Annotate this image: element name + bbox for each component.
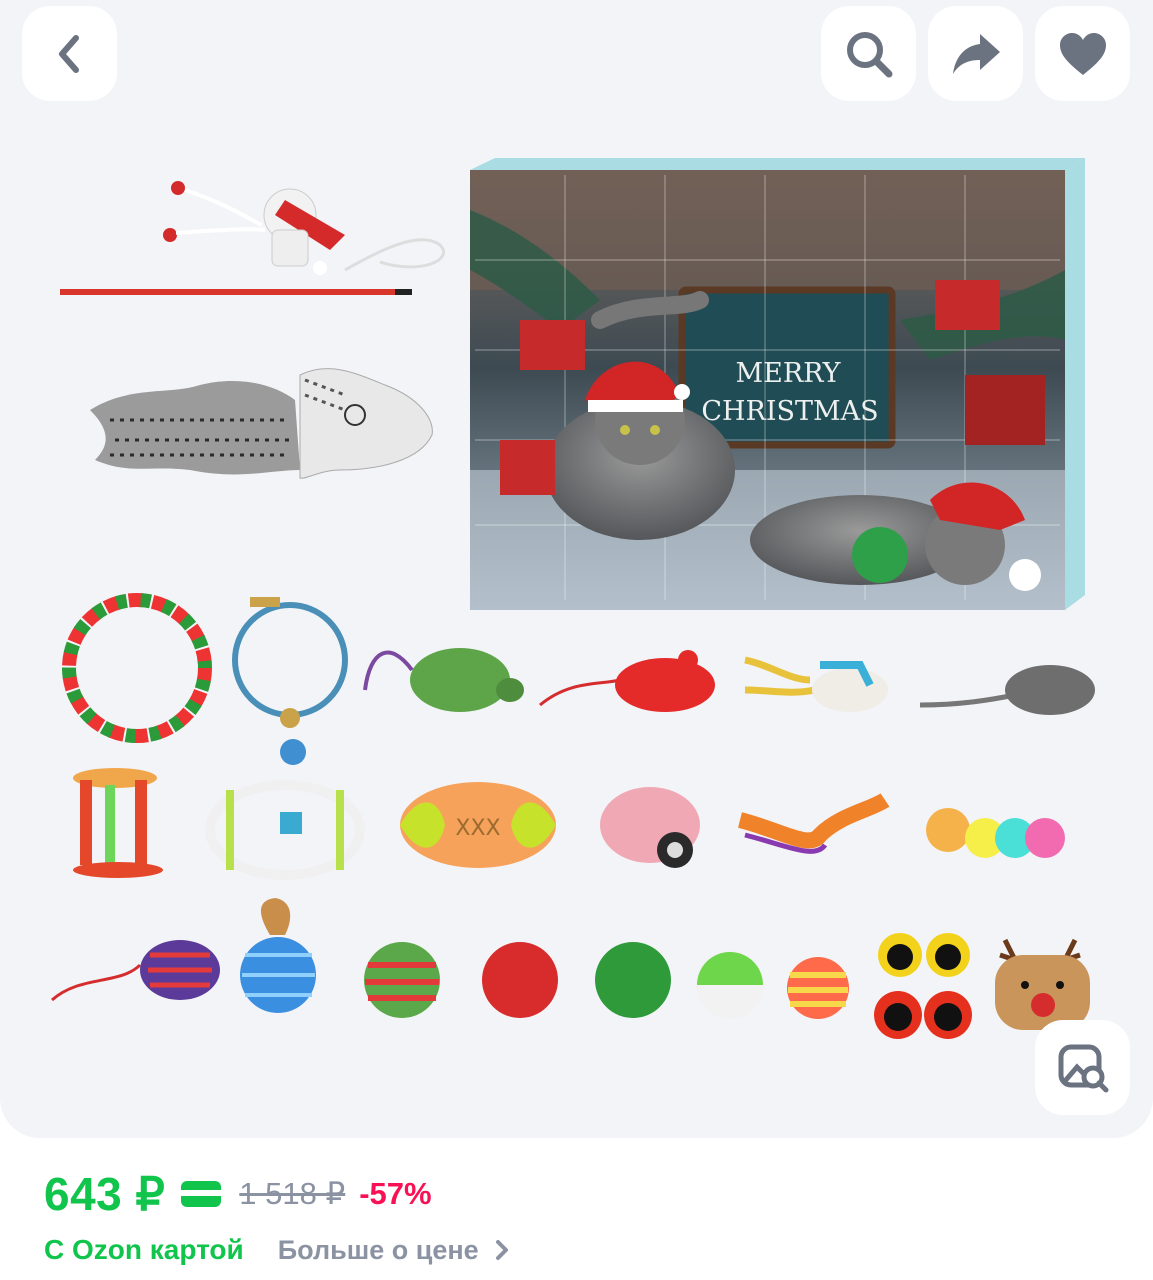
- back-button[interactable]: [22, 6, 117, 101]
- football-toy: XXX: [400, 782, 556, 868]
- current-price: 643 ₽: [44, 1168, 166, 1220]
- caterpillar-toy: [926, 808, 1065, 858]
- visual-search-button[interactable]: [1035, 1020, 1130, 1115]
- grey-mouse-toy: [919, 665, 1095, 715]
- more-about-price-link[interactable]: Больше о цене: [278, 1235, 513, 1266]
- share-button[interactable]: [928, 6, 1023, 101]
- pompom-collar: [62, 593, 212, 743]
- green-mouse-toy: [363, 648, 524, 712]
- roller-toy: [73, 768, 163, 878]
- red-ball-toy: [482, 942, 558, 1018]
- chevron-right-icon: [495, 1240, 508, 1260]
- search-icon: [846, 31, 892, 77]
- old-price: 1 518 ₽: [239, 1176, 346, 1211]
- red-mouse-toy: [539, 650, 715, 712]
- car-toy: [600, 787, 700, 868]
- striped-ball-toy: [364, 942, 440, 1018]
- discount-badge: -57%: [359, 1176, 432, 1211]
- advent-calendar-box: MERRY CHRISTMAS: [470, 158, 1085, 610]
- product-image-gallery[interactable]: MERRY CHRISTMAS XXX: [0, 0, 1153, 1138]
- sunglasses-toy: [874, 933, 972, 1039]
- product-photo: MERRY CHRISTMAS XXX: [51, 158, 1095, 1039]
- search-button[interactable]: [821, 6, 916, 101]
- cage-ball-toy: [205, 780, 365, 880]
- wand-toy: [60, 181, 445, 295]
- more-about-price-label: Больше о цене: [277, 1234, 479, 1265]
- reindeer-toy: [995, 938, 1090, 1030]
- bell-ball-toy: [696, 951, 764, 1019]
- feather-mouse-toy: [744, 656, 888, 712]
- rope-toy: [737, 793, 890, 854]
- favorite-button[interactable]: [1035, 6, 1130, 101]
- share-arrow-icon: [952, 33, 1000, 74]
- image-search-icon: [1058, 1044, 1108, 1092]
- bell-collar: [232, 597, 348, 765]
- rainbow-ball-toy: [787, 957, 849, 1019]
- ozon-card-label: С Ozon картой: [44, 1234, 244, 1265]
- chevron-left-icon: [58, 34, 79, 73]
- striped-mouse-toy: [51, 940, 220, 1002]
- fish-toy: [90, 368, 433, 479]
- price-row: 643 ₽ 1 518 ₽ -57%: [44, 1163, 432, 1225]
- box-text-merry: MERRY: [735, 358, 841, 389]
- box-text-christmas: CHRISTMAS: [701, 396, 878, 427]
- price-subtitle-row: С Ozon картой Больше о цене: [44, 1228, 513, 1272]
- ozon-card-icon: [179, 1179, 223, 1209]
- green-ball-toy: [595, 942, 671, 1018]
- heart-icon: [1059, 32, 1106, 75]
- svg-text:XXX: XXX: [455, 816, 500, 841]
- spring-ball-toy: [240, 898, 316, 1013]
